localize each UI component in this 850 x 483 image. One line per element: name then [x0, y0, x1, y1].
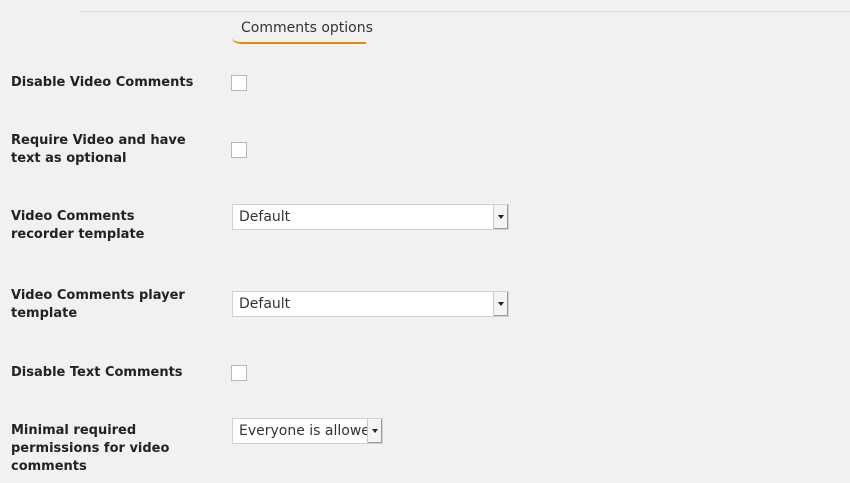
player-template-select[interactable]: Default	[232, 291, 509, 317]
disable-video-comments-label: Disable Video Comments	[11, 75, 194, 90]
require-video-checkbox[interactable]	[231, 142, 247, 158]
permissions-value: Everyone is allowed	[239, 423, 379, 439]
recorder-template-select[interactable]: Default	[232, 204, 509, 230]
recorder-template-label: Video Comments recorder template	[11, 209, 145, 242]
chevron-down-icon	[493, 205, 508, 229]
player-template-value: Default	[239, 296, 291, 312]
chevron-down-icon	[367, 419, 382, 443]
chevron-down-icon	[493, 292, 508, 316]
disable-text-comments-label: Disable Text Comments	[11, 365, 183, 380]
disable-text-comments-checkbox[interactable]	[231, 365, 247, 381]
recorder-template-value: Default	[239, 209, 291, 225]
top-divider	[80, 11, 850, 12]
require-video-label: Require Video and have text as optional	[11, 133, 186, 166]
disable-video-comments-checkbox[interactable]	[231, 75, 247, 91]
tab-comments-options[interactable]: Comments options	[232, 20, 373, 44]
permissions-label: Minimal required permissions for video c…	[11, 423, 170, 474]
player-template-label: Video Comments player template	[11, 288, 185, 321]
permissions-select[interactable]: Everyone is allowed	[232, 418, 383, 444]
tab-comments-options-label: Comments options	[241, 20, 373, 36]
